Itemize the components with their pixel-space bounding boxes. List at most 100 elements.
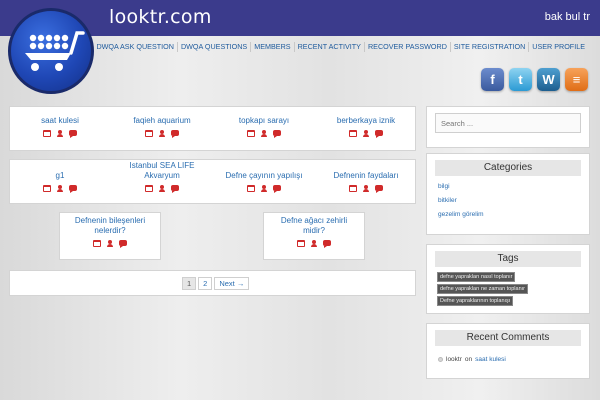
user-icon[interactable]: [310, 240, 318, 247]
tags-title: Tags: [435, 251, 581, 267]
post-meta: [316, 185, 416, 193]
post-item: faqieh aquarium: [112, 116, 212, 138]
recent-comments-title: Recent Comments: [435, 330, 581, 346]
calendar-icon[interactable]: [349, 130, 357, 137]
tag-link[interactable]: defne yaprakları nasıl toplanır: [437, 272, 516, 282]
post-meta: [316, 130, 416, 138]
comment-icon[interactable]: [375, 185, 383, 193]
post-title[interactable]: berberkaya iznik: [316, 116, 416, 126]
comment-author: looktr: [446, 356, 462, 363]
facebook-icon[interactable]: f: [481, 68, 504, 91]
shopping-cart-logo-icon[interactable]: [8, 8, 94, 94]
comment-icon[interactable]: [119, 240, 127, 248]
calendar-icon[interactable]: [247, 130, 255, 137]
post-item: berberkaya iznik: [316, 116, 416, 138]
nav-members[interactable]: MEMBERS: [250, 42, 293, 52]
bullet-icon: [438, 357, 443, 362]
post-title[interactable]: Defne ağacı zehirli midir?: [264, 216, 364, 236]
tag-link[interactable]: defne yaprakları ne zaman toplanır: [437, 284, 528, 294]
recent-comments-widget: Recent Comments looktr on saat kulesi: [426, 323, 590, 379]
post-title[interactable]: Defnenin bileşenleri nelerdir?: [60, 216, 160, 236]
post-item: Defne ağacı zehirli midir?: [264, 216, 364, 248]
comment-icon[interactable]: [171, 185, 179, 193]
user-icon[interactable]: [158, 185, 166, 192]
comment-icon[interactable]: [171, 130, 179, 138]
post-item: topkapı sarayı: [214, 116, 314, 138]
comment-icon[interactable]: [69, 185, 77, 193]
site-tagline: bak bul tr: [544, 11, 590, 23]
post-title[interactable]: Defne çayının yapılışı: [214, 171, 314, 181]
rss-icon[interactable]: ≡: [565, 68, 588, 91]
comment-icon[interactable]: [69, 130, 77, 138]
post-meta: [122, 185, 202, 193]
post-title[interactable]: g1: [10, 171, 110, 181]
comment-icon[interactable]: [375, 130, 383, 138]
post-item: saat kulesi: [10, 116, 110, 138]
user-icon[interactable]: [158, 130, 166, 137]
calendar-icon[interactable]: [43, 130, 51, 137]
calendar-icon[interactable]: [43, 185, 51, 192]
post-title[interactable]: topkapı sarayı: [214, 116, 314, 126]
page-2-button[interactable]: 2: [198, 277, 213, 290]
post-meta: [10, 130, 110, 138]
post-title[interactable]: faqieh aquarium: [112, 116, 212, 126]
pagination: 1 2 Next →: [182, 277, 250, 290]
calendar-icon[interactable]: [349, 185, 357, 192]
search-input[interactable]: [435, 113, 581, 133]
comment-on-label: on: [464, 356, 473, 363]
user-icon[interactable]: [106, 240, 114, 247]
category-link[interactable]: bitkiler: [438, 197, 457, 204]
post-meta: [112, 130, 212, 138]
post-item: Defnenin bileşenleri nelerdir?: [60, 216, 160, 248]
recent-comment-item: looktr on saat kulesi: [438, 356, 506, 363]
site-title[interactable]: looktr.com: [109, 6, 212, 28]
search-widget: [426, 106, 590, 148]
user-icon[interactable]: [56, 130, 64, 137]
calendar-icon[interactable]: [247, 185, 255, 192]
calendar-icon[interactable]: [93, 240, 101, 247]
comment-icon[interactable]: [273, 185, 281, 193]
nav-site-registration[interactable]: SITE REGISTRATION: [449, 42, 528, 52]
pagination-bar: 1 2 Next →: [9, 270, 416, 296]
category-link[interactable]: bilgi: [438, 183, 450, 190]
comment-icon[interactable]: [323, 240, 331, 248]
comment-post-link[interactable]: saat kulesi: [475, 356, 506, 363]
post-item: Defnenin faydaları: [316, 171, 416, 193]
user-icon[interactable]: [362, 130, 370, 137]
user-icon[interactable]: [56, 185, 64, 192]
posts-row: saat kulesi faqieh aquarium topkapı sara…: [9, 106, 416, 151]
post-item: Istanbul SEA LIFE Akvaryum: [122, 161, 202, 193]
post-meta: [10, 185, 110, 193]
twitter-icon[interactable]: t: [509, 68, 532, 91]
nav-recover-password[interactable]: RECOVER PASSWORD: [363, 42, 450, 52]
categories-widget: Categories bilgi bitkiler gezelim göreli…: [426, 153, 590, 235]
user-icon[interactable]: [362, 185, 370, 192]
post-title[interactable]: Istanbul SEA LIFE Akvaryum: [122, 161, 202, 181]
category-link[interactable]: gezelim görelim: [438, 211, 484, 218]
post-meta: [264, 240, 364, 248]
nav-questions[interactable]: DWQA QUESTIONS: [176, 42, 250, 52]
wordpress-icon[interactable]: W: [537, 68, 560, 91]
user-icon[interactable]: [260, 185, 268, 192]
post-item: g1: [10, 171, 110, 193]
post-item: Defne çayının yapılışı: [214, 171, 314, 193]
post-meta: [214, 130, 314, 138]
post-meta: [60, 240, 160, 248]
comment-icon[interactable]: [273, 130, 281, 138]
nav-ask-question[interactable]: DWQA ASK QUESTION: [93, 42, 176, 52]
tag-link[interactable]: Defne yapraklarının toplanışı: [437, 296, 514, 306]
user-icon[interactable]: [260, 130, 268, 137]
post-card: Defne ağacı zehirli midir?: [263, 212, 365, 260]
post-title[interactable]: Defnenin faydaları: [316, 171, 416, 181]
calendar-icon[interactable]: [145, 185, 153, 192]
tags-widget: Tags defne yaprakları nasıl toplanır def…: [426, 244, 590, 314]
page-1-button[interactable]: 1: [182, 277, 197, 290]
next-page-button[interactable]: Next →: [214, 277, 250, 290]
calendar-icon[interactable]: [297, 240, 305, 247]
nav-recent-activity[interactable]: RECENT ACTIVITY: [293, 42, 364, 52]
post-title[interactable]: saat kulesi: [10, 116, 110, 126]
nav-user-profile[interactable]: USER PROFILE: [528, 42, 588, 52]
top-navigation: DWQA ASK QUESTION DWQA QUESTIONS MEMBERS…: [93, 42, 588, 52]
calendar-icon[interactable]: [145, 130, 153, 137]
posts-row: g1 Istanbul SEA LIFE Akvaryum Defne çayı…: [9, 159, 416, 204]
